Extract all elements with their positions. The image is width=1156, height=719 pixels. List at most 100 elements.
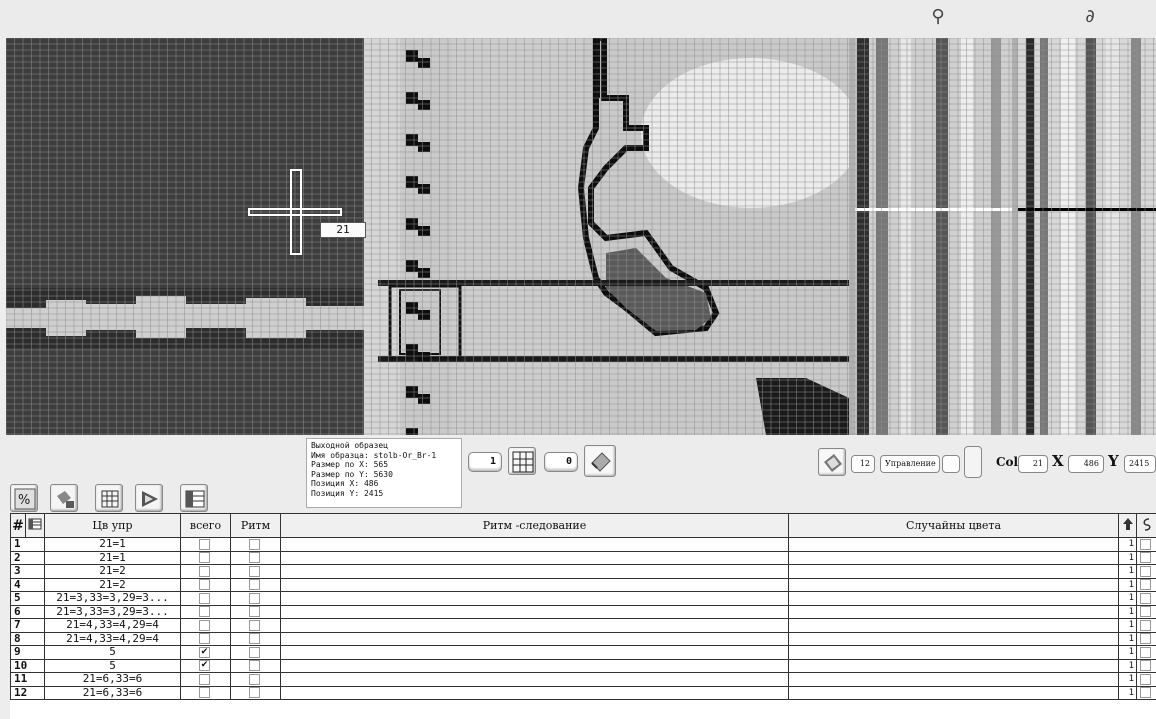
random-colors-cell[interactable]: [788, 564, 1119, 579]
total-checkbox[interactable]: [180, 591, 231, 606]
total-checkbox-box[interactable]: [199, 633, 210, 645]
mode-spinner[interactable]: [964, 446, 982, 478]
y-field[interactable]: 2415: [1124, 455, 1156, 473]
total-checkbox[interactable]: ✔: [180, 658, 231, 673]
fill-tool-button[interactable]: [50, 484, 78, 512]
hook-checkbox-box[interactable]: [1140, 619, 1151, 631]
hook-checkbox-box[interactable]: [1140, 633, 1151, 645]
table-row[interactable]: 11 21=6,33=6 1: [10, 672, 1156, 687]
total-checkbox[interactable]: [180, 685, 231, 700]
random-colors-cell[interactable]: [788, 577, 1119, 592]
percent-tool-button[interactable]: %: [10, 484, 38, 512]
rhythm-checkbox-box[interactable]: [249, 619, 260, 631]
table-row[interactable]: 1 21=1 1: [10, 537, 1156, 552]
hook-checkbox[interactable]: [1136, 658, 1156, 673]
hook-checkbox-box[interactable]: [1140, 592, 1151, 604]
random-colors-cell[interactable]: [788, 645, 1119, 660]
random-colors-cell[interactable]: [788, 550, 1119, 565]
total-checkbox-box[interactable]: [199, 565, 210, 577]
rhythm-checkbox-box[interactable]: [249, 538, 260, 550]
hook-checkbox-box[interactable]: [1140, 646, 1151, 658]
hook-checkbox[interactable]: [1136, 537, 1156, 552]
rhythm-checkbox-box[interactable]: [249, 660, 260, 672]
hook-checkbox[interactable]: [1136, 577, 1156, 592]
table-row[interactable]: 5 21=3,33=3,29=3... 1: [10, 591, 1156, 606]
hook-checkbox[interactable]: [1136, 591, 1156, 606]
total-checkbox[interactable]: [180, 604, 231, 619]
table-row[interactable]: 9 5 ✔ 1: [10, 645, 1156, 660]
rhythm-checkbox[interactable]: [230, 645, 281, 660]
total-checkbox[interactable]: [180, 537, 231, 552]
total-checkbox-box[interactable]: ✔: [199, 646, 210, 658]
table-row[interactable]: 7 21=4,33=4,29=4 1: [10, 618, 1156, 633]
hook-checkbox[interactable]: [1136, 685, 1156, 700]
total-checkbox[interactable]: ✔: [180, 645, 231, 660]
random-colors-cell[interactable]: [788, 685, 1119, 700]
table-row[interactable]: 2 21=1 1: [10, 550, 1156, 565]
rhythm-checkbox[interactable]: [230, 685, 281, 700]
total-checkbox-box[interactable]: [199, 579, 210, 591]
rhythm-checkbox[interactable]: [230, 577, 281, 592]
rhythm-checkbox-box[interactable]: [249, 687, 260, 699]
hook-checkbox-box[interactable]: [1140, 538, 1151, 550]
rhythm-checkbox-box[interactable]: [249, 579, 260, 591]
col-random-header[interactable]: Случайны цвета: [788, 513, 1119, 538]
random-colors-cell[interactable]: [788, 537, 1119, 552]
rhythm-seq-cell[interactable]: [280, 631, 789, 646]
random-colors-cell[interactable]: [788, 658, 1119, 673]
random-colors-cell[interactable]: [788, 631, 1119, 646]
hook-checkbox[interactable]: [1136, 564, 1156, 579]
total-checkbox-box[interactable]: [199, 619, 210, 631]
hook-checkbox-box[interactable]: [1140, 565, 1151, 577]
palette-tool-button[interactable]: [180, 484, 208, 512]
rhythm-seq-cell[interactable]: [280, 577, 789, 592]
pattern-grid[interactable]: [6, 38, 1156, 435]
total-checkbox-box[interactable]: ✔: [199, 660, 210, 672]
total-checkbox[interactable]: [180, 631, 231, 646]
total-checkbox[interactable]: [180, 550, 231, 565]
rhythm-checkbox-box[interactable]: [249, 565, 260, 577]
rhythm-checkbox-box[interactable]: [249, 592, 260, 604]
rhythm-seq-cell[interactable]: [280, 672, 789, 687]
rhythm-checkbox-box[interactable]: [249, 552, 260, 564]
table-row[interactable]: 6 21=3,33=3,29=3... 1: [10, 604, 1156, 619]
col-hook-header[interactable]: [1136, 513, 1156, 538]
hook-checkbox[interactable]: [1136, 672, 1156, 687]
field1-input[interactable]: 1: [468, 452, 502, 472]
rhythm-seq-cell[interactable]: [280, 645, 789, 660]
rhythm-checkbox[interactable]: [230, 591, 281, 606]
field2-input[interactable]: 0: [544, 452, 578, 472]
grid-toggle-button[interactable]: [508, 447, 536, 475]
total-checkbox-box[interactable]: [199, 673, 210, 685]
rhythm-checkbox[interactable]: [230, 550, 281, 565]
total-checkbox[interactable]: [180, 577, 231, 592]
mode-extra-field[interactable]: [942, 455, 960, 473]
rhythm-checkbox[interactable]: [230, 672, 281, 687]
rhythm-checkbox-box[interactable]: [249, 673, 260, 685]
total-checkbox[interactable]: [180, 618, 231, 633]
random-colors-cell[interactable]: [788, 672, 1119, 687]
hook-checkbox[interactable]: [1136, 631, 1156, 646]
col-rhythm-seq-header[interactable]: Ритм -следование: [280, 513, 789, 538]
hook-checkbox[interactable]: [1136, 618, 1156, 633]
rhythm-seq-cell[interactable]: [280, 550, 789, 565]
table-row[interactable]: 3 21=2 1: [10, 564, 1156, 579]
rhythm-seq-cell[interactable]: [280, 604, 789, 619]
col-color-icon-header[interactable]: [25, 513, 45, 538]
rhythm-checkbox[interactable]: [230, 631, 281, 646]
hook-checkbox-box[interactable]: [1140, 606, 1151, 618]
total-checkbox-box[interactable]: [199, 687, 210, 699]
hook-checkbox-box[interactable]: [1140, 673, 1151, 685]
eraser-button[interactable]: [584, 445, 616, 477]
total-checkbox-box[interactable]: [199, 538, 210, 550]
rhythm-checkbox[interactable]: [230, 537, 281, 552]
rhythm-seq-cell[interactable]: [280, 685, 789, 700]
rhythm-seq-cell[interactable]: [280, 537, 789, 552]
table-row[interactable]: 10 5 ✔ 1: [10, 658, 1156, 673]
total-checkbox[interactable]: [180, 672, 231, 687]
hook-checkbox-box[interactable]: [1140, 579, 1151, 591]
rhythm-checkbox-box[interactable]: [249, 606, 260, 618]
hook-checkbox-box[interactable]: [1140, 660, 1151, 672]
col-color-ctrl-header[interactable]: Цв упр: [44, 513, 181, 538]
rhythm-seq-cell[interactable]: [280, 564, 789, 579]
